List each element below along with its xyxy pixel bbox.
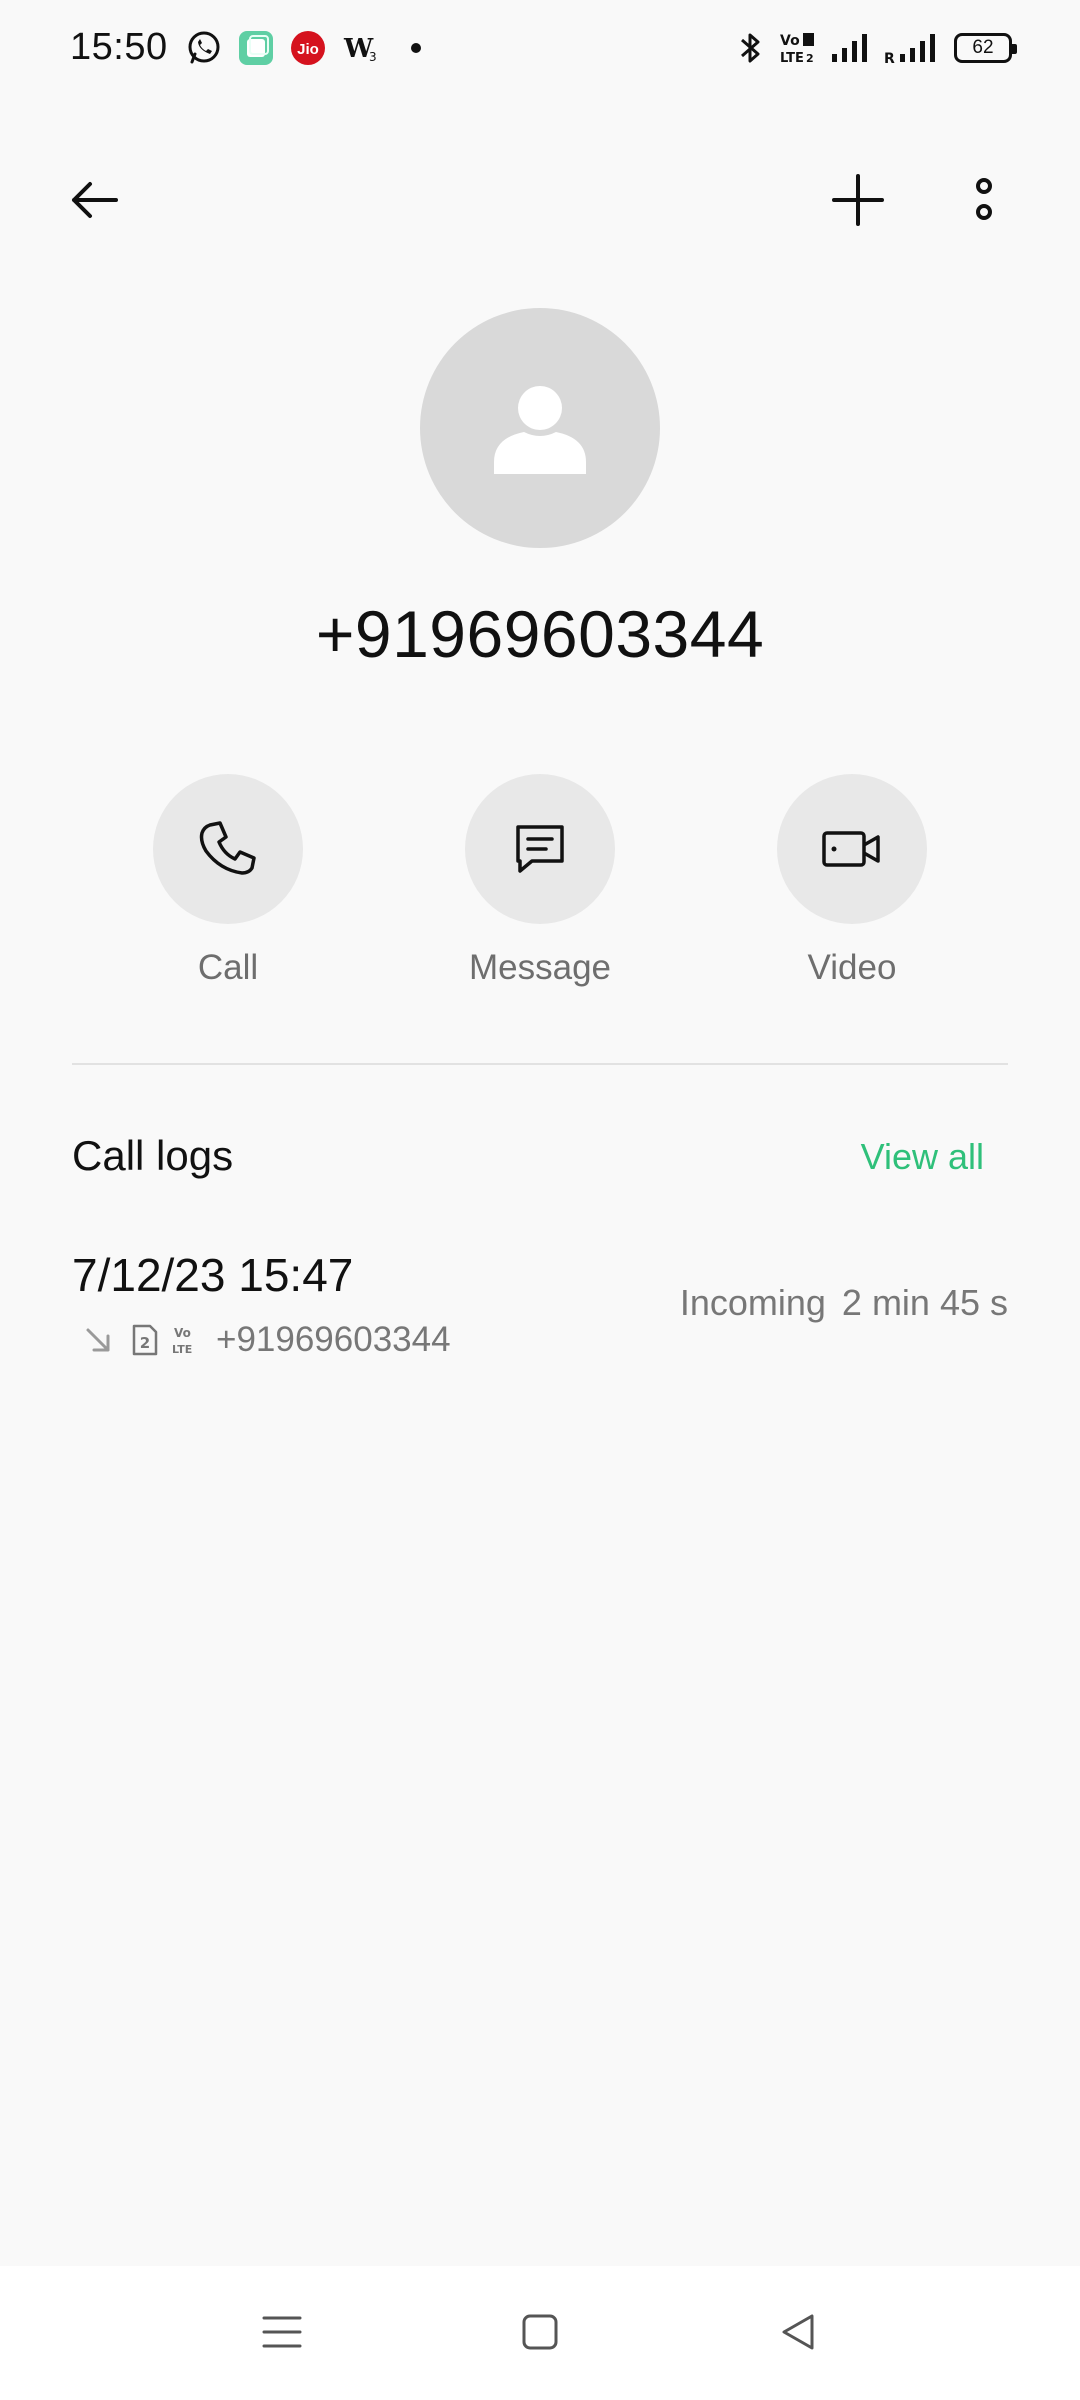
call-log-number: +91969603344	[216, 1320, 451, 1359]
svg-text:LTE: LTE	[780, 51, 804, 66]
svg-text:2: 2	[806, 52, 814, 65]
battery-icon: 62	[954, 33, 1017, 63]
call-log-datetime: 7/12/23 15:47	[72, 1249, 354, 1301]
message-button[interactable]	[465, 774, 615, 924]
sim-2-icon: 2	[126, 1322, 162, 1358]
call-direction: Incoming	[679, 1282, 826, 1323]
roaming-signal-icon: R	[884, 30, 940, 66]
home-square-icon	[522, 2314, 558, 2350]
nav-back-button[interactable]	[756, 2290, 840, 2374]
message-label: Message	[468, 948, 612, 987]
home-button[interactable]	[498, 2290, 582, 2374]
video-action[interactable]: Video	[732, 774, 972, 988]
status-time: 15:50	[70, 26, 168, 68]
back-triangle-icon	[782, 2314, 814, 2350]
navigation-bar	[0, 2266, 1080, 2400]
message-icon	[516, 825, 564, 873]
person-icon	[494, 386, 586, 474]
w3-icon: W 3	[342, 30, 380, 66]
status-bar: 15:50 Jio W 3 Vo LTE 2 R 62	[0, 0, 1080, 96]
svg-text:Vo: Vo	[780, 33, 800, 49]
app-bar	[0, 150, 1080, 254]
battery-level: 62	[972, 37, 994, 58]
call-log-summary: Incoming 2 min 45 s	[680, 1282, 1008, 1324]
avatar	[420, 308, 660, 548]
plus-icon	[832, 174, 884, 226]
svg-text:R: R	[884, 51, 895, 66]
contact-number: +91969603344	[315, 597, 765, 671]
call-button[interactable]	[153, 774, 303, 924]
svg-text:LTE: LTE	[172, 1343, 192, 1356]
call-logs-title: Call logs	[72, 1132, 234, 1179]
bluetooth-icon	[736, 30, 764, 66]
view-all-link[interactable]: View all	[861, 1136, 984, 1178]
call-label: Call	[197, 948, 259, 987]
jio-icon: Jio	[290, 30, 326, 66]
back-button[interactable]	[54, 160, 134, 240]
app-clone-icon	[238, 30, 274, 66]
volte-icon: Vo LTE	[172, 1322, 204, 1358]
system-icons: Vo LTE 2 R 62	[736, 28, 1017, 68]
svg-text:3: 3	[369, 50, 377, 64]
incoming-arrow-icon	[80, 1322, 116, 1358]
call-log-details: 2 Vo LTE +91969603344	[80, 1320, 451, 1360]
recents-button[interactable]	[240, 2290, 324, 2374]
svg-text:Vo: Vo	[174, 1326, 191, 1340]
svg-text:Jio: Jio	[297, 41, 319, 58]
more-options-button[interactable]	[944, 160, 1024, 240]
video-label: Video	[807, 948, 897, 987]
dot-icon	[396, 30, 430, 66]
section-divider	[72, 1063, 1008, 1065]
volte-icon: Vo LTE 2	[778, 30, 816, 66]
contact-actions: Call Message Video	[0, 774, 1080, 1004]
message-action[interactable]: Message	[420, 774, 660, 988]
back-arrow-icon	[72, 182, 118, 218]
signal-icon	[830, 30, 870, 66]
more-vertical-icon	[976, 178, 992, 220]
notification-icons: Jio W 3	[186, 28, 430, 68]
call-log-item[interactable]: 7/12/23 15:47 2 Vo LTE +91969603344 Inco…	[72, 1242, 1008, 1362]
call-action[interactable]: Call	[108, 774, 348, 988]
video-camera-icon	[822, 831, 880, 867]
phone-icon	[199, 821, 256, 875]
whatsapp-icon	[186, 30, 222, 66]
svg-text:2: 2	[140, 1334, 150, 1352]
menu-icon	[262, 2316, 302, 2348]
call-duration: 2 min 45 s	[841, 1282, 1008, 1323]
add-contact-button[interactable]	[818, 160, 898, 240]
video-button[interactable]	[777, 774, 927, 924]
